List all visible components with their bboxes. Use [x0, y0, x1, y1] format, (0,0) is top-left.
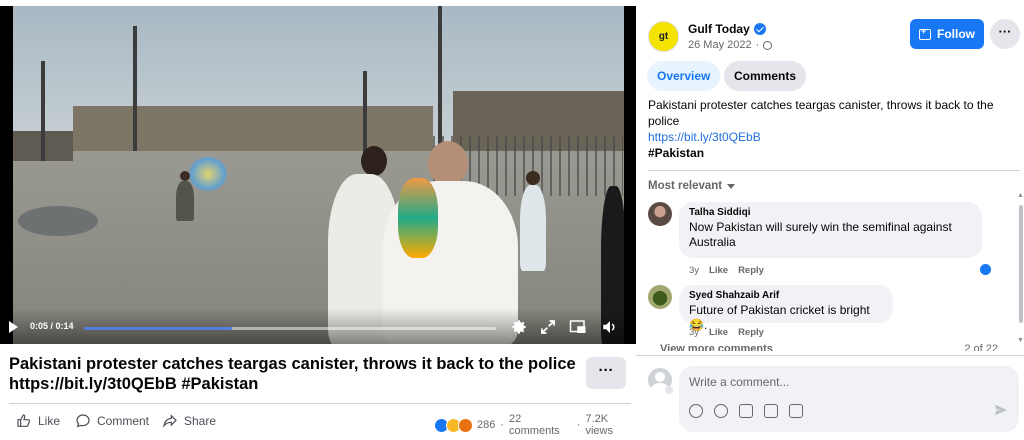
video-controls: 0:05 / 0:14	[0, 308, 636, 344]
page-avatar[interactable]: gt	[648, 21, 679, 52]
tab-comments[interactable]: Comments	[724, 61, 807, 91]
page-name[interactable]: Gulf Today	[688, 22, 766, 36]
comment-bubble: Talha Siddiqi Now Pakistan will surely w…	[679, 202, 982, 258]
comment-reply-button[interactable]: Reply	[738, 327, 764, 338]
comment-input[interactable]: Write a comment...	[689, 375, 789, 389]
follow-button[interactable]: Follow	[910, 19, 984, 49]
reaction-count[interactable]: 286	[477, 419, 495, 431]
post-stats: 286 · 22 comments · 7.2K views	[434, 413, 636, 437]
facebook-video-viewer: 0:05 / 0:14 Pakistani protester catches …	[0, 0, 1024, 440]
comment-reply-button[interactable]: Reply	[738, 265, 764, 276]
verified-badge-icon	[753, 23, 766, 35]
chevron-down-icon	[727, 183, 736, 189]
video-progress	[84, 327, 233, 330]
comment-author[interactable]: Talha Siddiqi	[689, 207, 972, 218]
comment-age[interactable]: 3y	[689, 265, 699, 276]
composer-tools	[689, 404, 803, 418]
stats-separator: ·	[500, 419, 505, 431]
emoji-icon[interactable]	[714, 404, 728, 418]
comments-count[interactable]: 22 comments	[509, 413, 572, 437]
post-more-button[interactable]: ···	[586, 357, 626, 389]
volume-icon[interactable]	[601, 318, 619, 336]
sticker-icon[interactable]	[789, 404, 803, 418]
scroll-up-arrow-icon[interactable]: ▲	[1017, 192, 1024, 199]
comment-button[interactable]: Comment	[75, 413, 149, 429]
comment-like-button[interactable]: Like	[709, 327, 728, 338]
share-icon	[163, 414, 177, 428]
comment-label: Comment	[97, 414, 150, 428]
video-frame	[13, 6, 624, 344]
post-title-line-1: Pakistani protester catches teargas cani…	[9, 355, 576, 373]
date-separator: ·	[755, 39, 760, 51]
sort-label: Most relevant	[648, 180, 723, 192]
caption-link[interactable]: https://bit.ly/3t0QEbB	[648, 129, 1008, 145]
avatar-dropdown-icon[interactable]	[665, 386, 673, 394]
gif-icon[interactable]	[764, 404, 778, 418]
picture-in-picture-icon[interactable]	[569, 318, 587, 336]
comment-bubble: Syed Shahzaib Arif Future of Pakistan cr…	[679, 285, 893, 332]
scroll-down-arrow-icon[interactable]: ▼	[1017, 337, 1024, 344]
share-button[interactable]: Share	[162, 413, 216, 429]
caption-hashtag[interactable]: #Pakistan	[648, 145, 1008, 161]
comment-avatar[interactable]	[648, 285, 672, 309]
view-more-label[interactable]: View more comments	[660, 343, 773, 351]
video-scrubber[interactable]	[84, 327, 496, 330]
post-title: Pakistani protester catches teargas cani…	[9, 354, 584, 394]
expand-icon[interactable]	[539, 318, 557, 336]
tab-overview[interactable]: Overview	[647, 61, 721, 91]
page-name-label[interactable]: Gulf Today	[688, 22, 750, 36]
post-caption: Pakistani protester catches teargas cani…	[648, 97, 1008, 161]
comment-composer[interactable]: Write a comment...	[679, 366, 1019, 432]
comment-meta: 3y Like Reply	[689, 327, 764, 338]
avatar-sticker-icon[interactable]	[689, 404, 703, 418]
send-icon[interactable]	[993, 402, 1009, 418]
comment-age[interactable]: 3y	[689, 327, 699, 338]
post-title-line-2: https://bit.ly/3t0QEbB #Pakistan	[9, 375, 259, 393]
compose-divider	[636, 355, 1024, 356]
actions-divider	[9, 403, 631, 404]
comment-sort-dropdown[interactable]: Most relevant	[648, 180, 736, 192]
side-more-button[interactable]: ···	[990, 19, 1020, 49]
scrollbar-thumb[interactable]	[1019, 205, 1023, 323]
like-button[interactable]: Like	[16, 413, 60, 429]
settings-gear-icon[interactable]	[510, 318, 528, 336]
follow-icon	[919, 26, 931, 40]
views-count: 7.2K views	[585, 413, 613, 437]
caption-text: Pakistani protester catches teargas cani…	[648, 98, 994, 128]
follow-label: Follow	[937, 27, 975, 41]
like-reaction-icon[interactable]	[978, 262, 993, 277]
reaction-icons[interactable]	[434, 417, 473, 433]
share-label: Share	[184, 414, 217, 428]
comment-like-button[interactable]: Like	[709, 265, 728, 276]
play-icon[interactable]	[9, 321, 18, 333]
thumbs-up-icon	[17, 414, 31, 427]
comment-meta: 3y Like Reply	[689, 265, 764, 276]
comment-avatar[interactable]	[648, 202, 672, 226]
camera-icon[interactable]	[739, 404, 753, 418]
video-column: 0:05 / 0:14 Pakistani protester catches …	[0, 0, 636, 440]
post-date-label[interactable]: 26 May 2022	[688, 39, 752, 51]
comment-author[interactable]: Syed Shahzaib Arif	[689, 290, 883, 301]
comments-shown-count: 2 of 22	[964, 343, 998, 351]
view-more-comments[interactable]: View more comments 2 of 22	[660, 343, 1020, 351]
comment-text: Now Pakistan will surely win the semifin…	[689, 220, 952, 249]
globe-icon	[763, 40, 773, 50]
video-player[interactable]: 0:05 / 0:14	[0, 6, 636, 344]
post-date: 26 May 2022 ·	[688, 39, 773, 51]
side-divider	[648, 170, 1020, 171]
video-time: 0:05 / 0:14	[30, 321, 74, 331]
angry-reaction-icon	[458, 417, 473, 433]
comment-icon	[76, 414, 90, 428]
like-label: Like	[38, 414, 61, 428]
stats-separator: ·	[576, 419, 581, 431]
